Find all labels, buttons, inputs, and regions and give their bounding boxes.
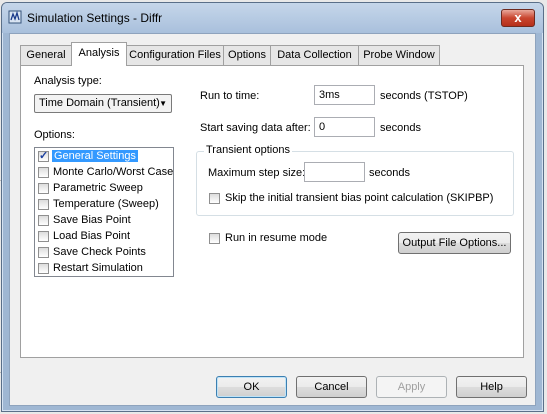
checkbox[interactable] — [38, 167, 49, 178]
max-step-unit: seconds — [369, 167, 410, 179]
options-item-general-settings[interactable]: General Settings — [36, 149, 172, 165]
simulation-settings-window: Simulation Settings - Diffr x General An… — [1, 2, 544, 412]
help-button[interactable]: Help — [456, 376, 527, 398]
transient-options-group — [196, 151, 514, 216]
resume-mode-label: Run in resume mode — [225, 232, 328, 244]
start-saving-label: Start saving data after: — [200, 122, 311, 134]
tab-data-collection[interactable]: Data Collection — [270, 45, 359, 65]
max-step-label: Maximum step size: — [208, 167, 306, 179]
run-to-time-label: Run to time: — [200, 90, 260, 102]
options-item-save-bias-point[interactable]: Save Bias Point — [36, 213, 172, 229]
options-item-monte-carlo[interactable]: Monte Carlo/Worst Case — [36, 165, 173, 181]
title-bar[interactable]: Simulation Settings - Diffr x — [2, 3, 543, 33]
resume-mode-checkbox[interactable] — [209, 233, 220, 244]
skip-bias-checkbox[interactable] — [209, 193, 220, 204]
chevron-down-icon: ▼ — [159, 99, 167, 108]
cancel-button[interactable]: Cancel — [296, 376, 367, 398]
checkbox[interactable] — [38, 199, 49, 210]
transient-options-title: Transient options — [204, 144, 292, 156]
skip-bias-label: Skip the initial transient bias point ca… — [225, 192, 494, 204]
checkbox[interactable] — [38, 149, 49, 162]
tab-analysis[interactable]: Analysis — [71, 42, 127, 66]
tab-general[interactable]: General — [20, 45, 72, 65]
analysis-type-label: Analysis type: — [34, 75, 102, 87]
output-file-options-button[interactable]: Output File Options... — [398, 232, 511, 254]
options-item-save-check-points[interactable]: Save Check Points — [36, 245, 172, 261]
checkbox[interactable] — [38, 247, 49, 258]
analysis-type-select[interactable]: Time Domain (Transient) ▼ — [34, 94, 172, 113]
run-to-time-input[interactable]: 3ms — [314, 85, 375, 105]
start-saving-unit: seconds — [380, 122, 421, 134]
options-item-restart-simulation[interactable]: Restart Simulation — [36, 261, 172, 277]
run-to-time-unit: seconds (TSTOP) — [380, 90, 468, 102]
options-label: Options: — [34, 129, 75, 141]
options-listbox[interactable]: General Settings Monte Carlo/Worst Case … — [34, 147, 174, 277]
start-saving-input[interactable]: 0 — [314, 117, 375, 137]
options-item-parametric-sweep[interactable]: Parametric Sweep — [36, 181, 172, 197]
close-button[interactable]: x — [501, 9, 535, 27]
checkbox[interactable] — [38, 183, 49, 194]
window-title: Simulation Settings - Diffr — [27, 11, 163, 25]
checkbox[interactable] — [38, 231, 49, 242]
tab-options[interactable]: Options — [223, 45, 271, 65]
checkbox[interactable] — [38, 263, 49, 274]
checkbox[interactable] — [38, 215, 49, 226]
apply-button[interactable]: Apply — [376, 376, 447, 398]
options-item-temperature-sweep[interactable]: Temperature (Sweep) — [36, 197, 172, 213]
ok-button[interactable]: OK — [216, 376, 287, 398]
app-icon — [8, 10, 22, 24]
max-step-input[interactable] — [304, 162, 365, 182]
tab-probe-window[interactable]: Probe Window — [358, 45, 440, 65]
dialog-client: General Analysis Configuration Files Opt… — [9, 33, 536, 406]
tab-configuration-files[interactable]: Configuration Files — [126, 45, 224, 65]
options-item-load-bias-point[interactable]: Load Bias Point — [36, 229, 172, 245]
close-icon: x — [514, 10, 522, 25]
